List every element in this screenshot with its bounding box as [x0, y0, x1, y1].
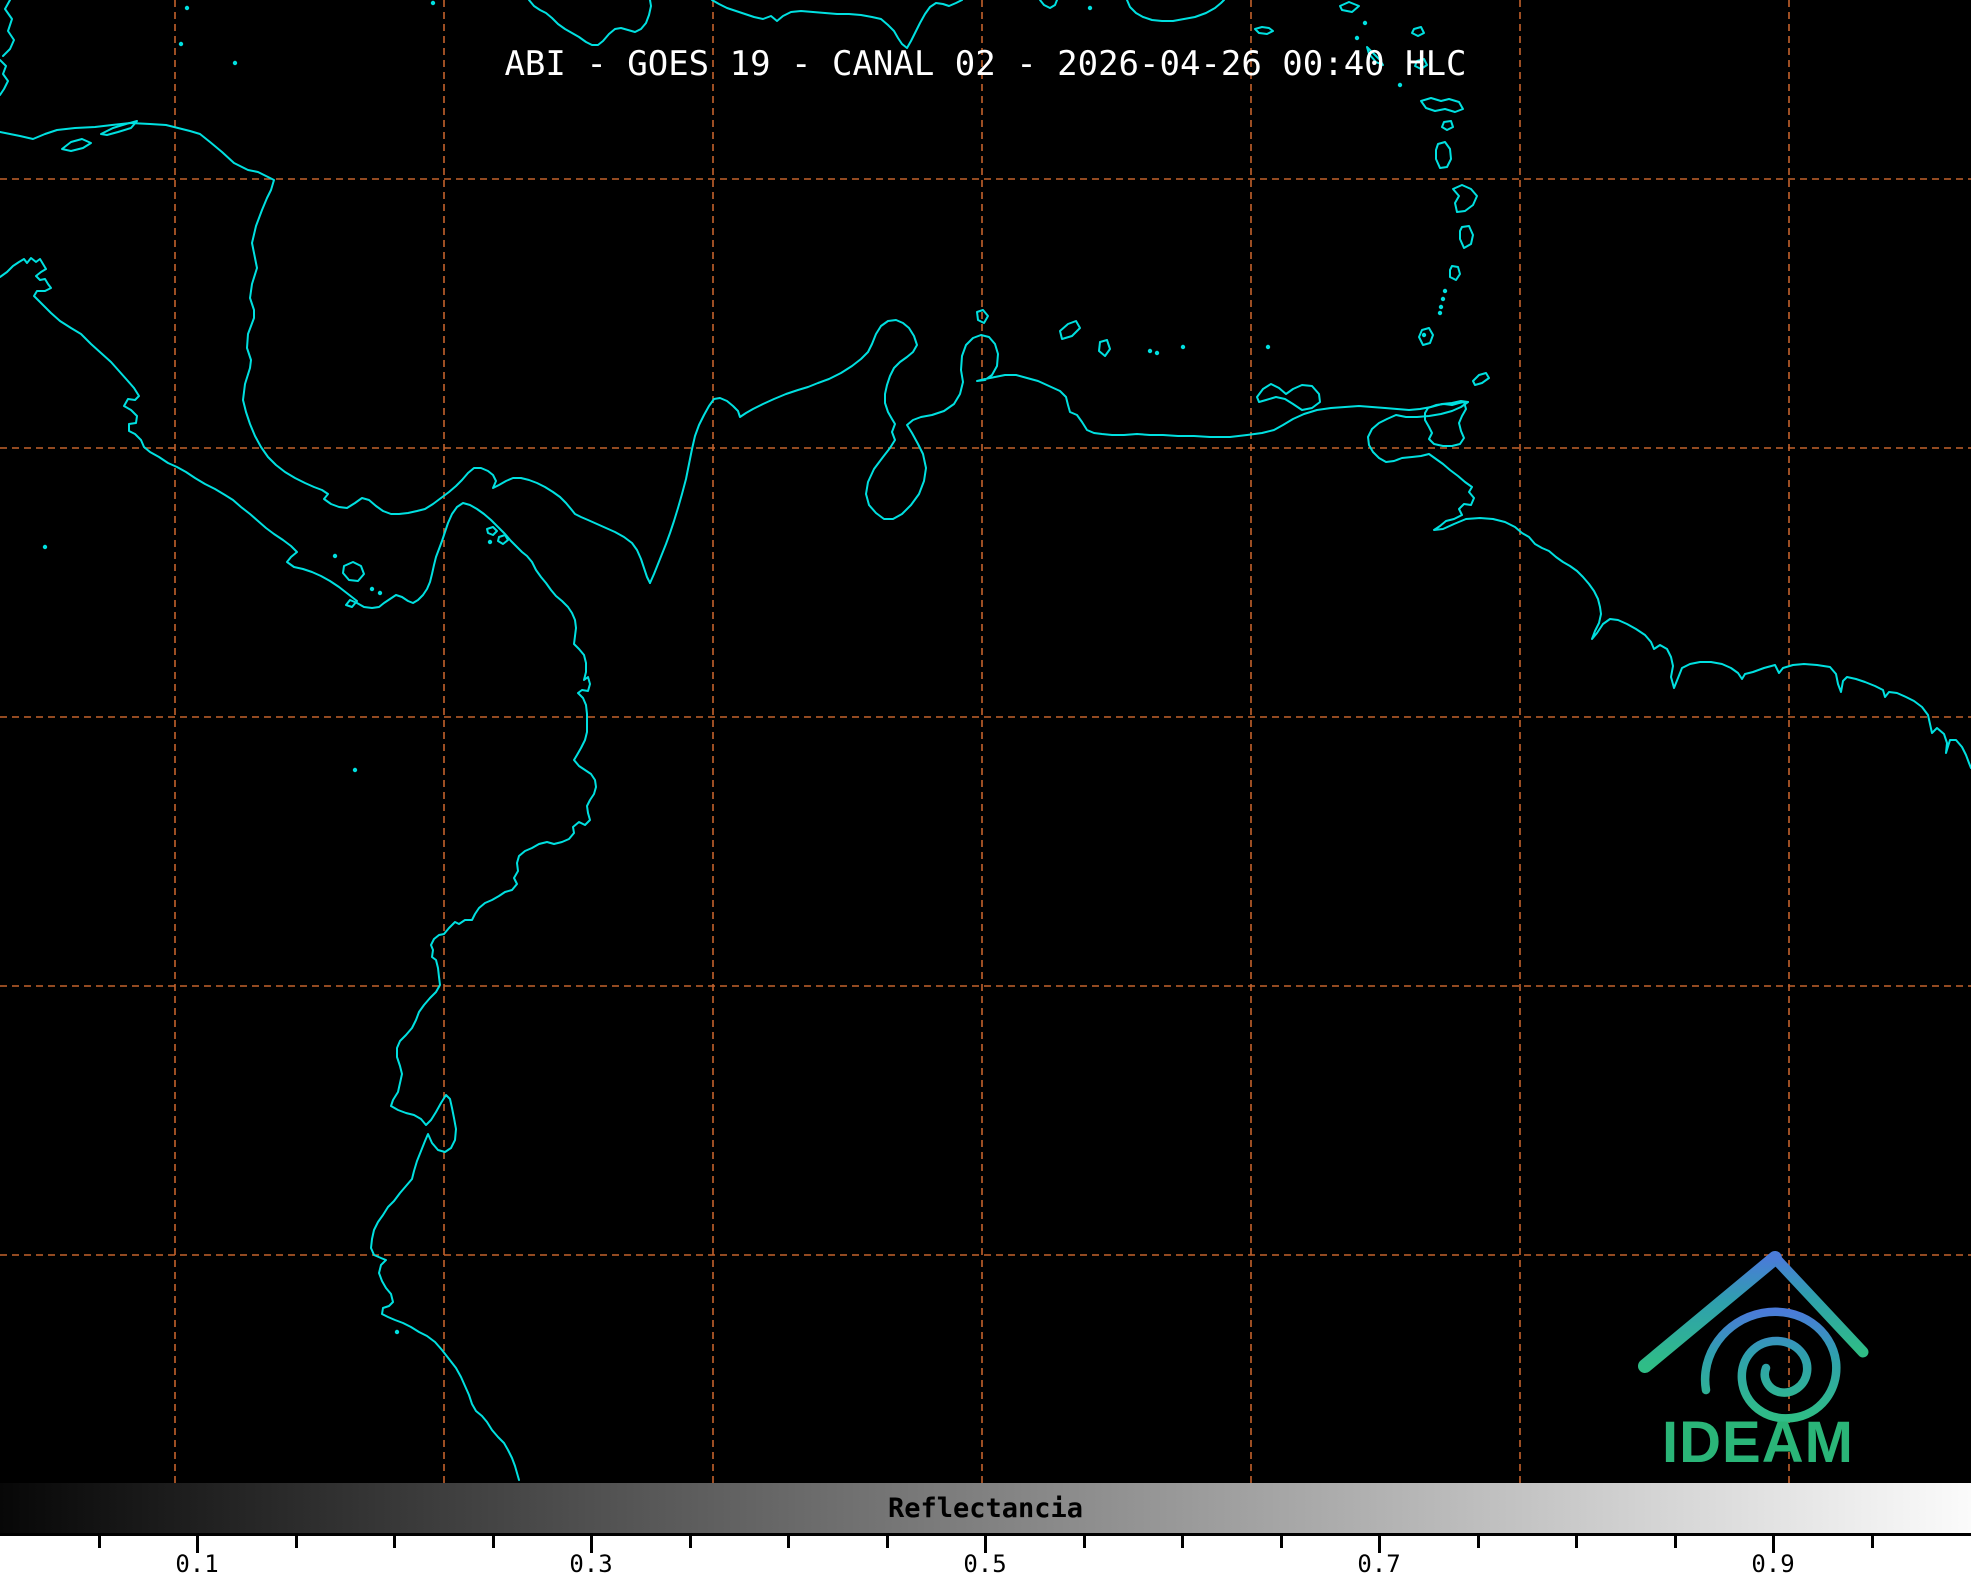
coastline-paria-orinoco-guianas — [1368, 402, 1971, 768]
island-st-vincent — [1450, 266, 1460, 280]
satellite-viewer: ABI - GOES 19 - CANAL 02 - 2026-04-26 00… — [0, 0, 1971, 1577]
islet-dot — [1355, 36, 1359, 40]
island-bay-island-roatan — [62, 139, 91, 151]
islet-dot — [488, 540, 492, 544]
coastline-puerto-rico-west-bit — [1040, 0, 1057, 8]
colorbar-minor-tick — [98, 1536, 101, 1548]
colorbar-minor-tick — [886, 1536, 889, 1548]
map-title: ABI - GOES 19 - CANAL 02 - 2026-04-26 00… — [0, 44, 1971, 84]
ideam-logo-mark — [1645, 1258, 1863, 1418]
islet-dot — [333, 554, 337, 558]
colorbar-minor-tick — [1280, 1536, 1283, 1548]
colorbar-minor-tick — [1477, 1536, 1480, 1548]
colorbar-minor-tick — [393, 1536, 396, 1548]
island-barbuda — [1412, 27, 1424, 36]
islet-dot — [1181, 345, 1185, 349]
islet-dot — [1148, 349, 1152, 353]
islet-dot — [378, 591, 382, 595]
islet-dot — [43, 545, 47, 549]
reflectance-colorbar: Reflectancia — [0, 1483, 1971, 1536]
colorbar-label: Reflectancia — [0, 1493, 1971, 1524]
coastline-puerto-rico-south-coast — [1127, 0, 1224, 21]
colorbar-minor-tick — [787, 1536, 790, 1548]
coastline-honduras-nicaragua-panama-caribbean — [0, 123, 650, 583]
island-curacao — [1060, 321, 1080, 339]
island-dominica — [1436, 142, 1451, 168]
islet-dot — [1155, 351, 1159, 355]
coastline-jamaica-south-coast — [529, 0, 651, 45]
colorbar-tick-label: 0.1 — [175, 1550, 218, 1577]
island-margarita — [1257, 384, 1320, 410]
islet-dot — [1443, 289, 1447, 293]
islet-dot — [431, 1, 435, 5]
islet-dot — [353, 768, 357, 772]
island-guadeloupe — [1421, 98, 1463, 112]
colorbar-minor-tick — [1181, 1536, 1184, 1548]
coastline-colombia-venezuela-caribbean — [650, 320, 1468, 583]
islet-dot — [395, 1330, 399, 1334]
island-bonaire — [1099, 340, 1110, 356]
satellite-map: ABI - GOES 19 - CANAL 02 - 2026-04-26 00… — [0, 0, 1971, 1483]
island-marie-galante — [1442, 121, 1453, 130]
colorbar-tick-label: 0.9 — [1751, 1550, 1794, 1577]
colorbar-minor-tick — [1871, 1536, 1874, 1548]
island-pearl-island-b — [498, 535, 508, 544]
colorbar-minor-tick — [295, 1536, 298, 1548]
islet-dot — [370, 587, 374, 591]
islet-dot — [1438, 311, 1442, 315]
island-pearl-island-a — [487, 527, 497, 535]
islet-dot — [1088, 6, 1092, 10]
colorbar-minor-tick — [1083, 1536, 1086, 1548]
coastline-pacific-coast-fonseca-to-ecuador — [0, 258, 596, 1480]
island-st-lucia — [1460, 226, 1473, 248]
colorbar-minor-tick — [1575, 1536, 1578, 1548]
colorbar-tick-label: 0.3 — [569, 1550, 612, 1577]
islet-dot — [1422, 333, 1426, 337]
islet-dot — [185, 6, 189, 10]
island-martinique — [1453, 185, 1477, 212]
colorbar-minor-tick — [492, 1536, 495, 1548]
colorbar-minor-tick — [689, 1536, 692, 1548]
coastline-hispaniola-south-coast — [712, 0, 962, 48]
island-st-croix — [1340, 2, 1359, 12]
colorbar-axis: 0.1 0.3 0.5 0.7 0.9 — [0, 1536, 1971, 1577]
island-bay-island-guanaja — [101, 121, 137, 135]
islet-dot — [1441, 297, 1445, 301]
island-coiba — [343, 562, 364, 581]
colorbar-tick-label: 0.5 — [963, 1550, 1006, 1577]
islet-dot — [1363, 21, 1367, 25]
islet-dot — [1439, 305, 1443, 309]
ideam-logo-text: IDEAM — [1662, 1410, 1854, 1475]
islet-dot — [1266, 345, 1270, 349]
island-tobago — [1473, 373, 1489, 385]
island-vieques — [1255, 27, 1273, 34]
colorbar-minor-tick — [1674, 1536, 1677, 1548]
ideam-logo: IDEAM — [1615, 1240, 1915, 1480]
colorbar-tick-label: 0.7 — [1357, 1550, 1400, 1577]
island-grenada — [1419, 328, 1433, 345]
